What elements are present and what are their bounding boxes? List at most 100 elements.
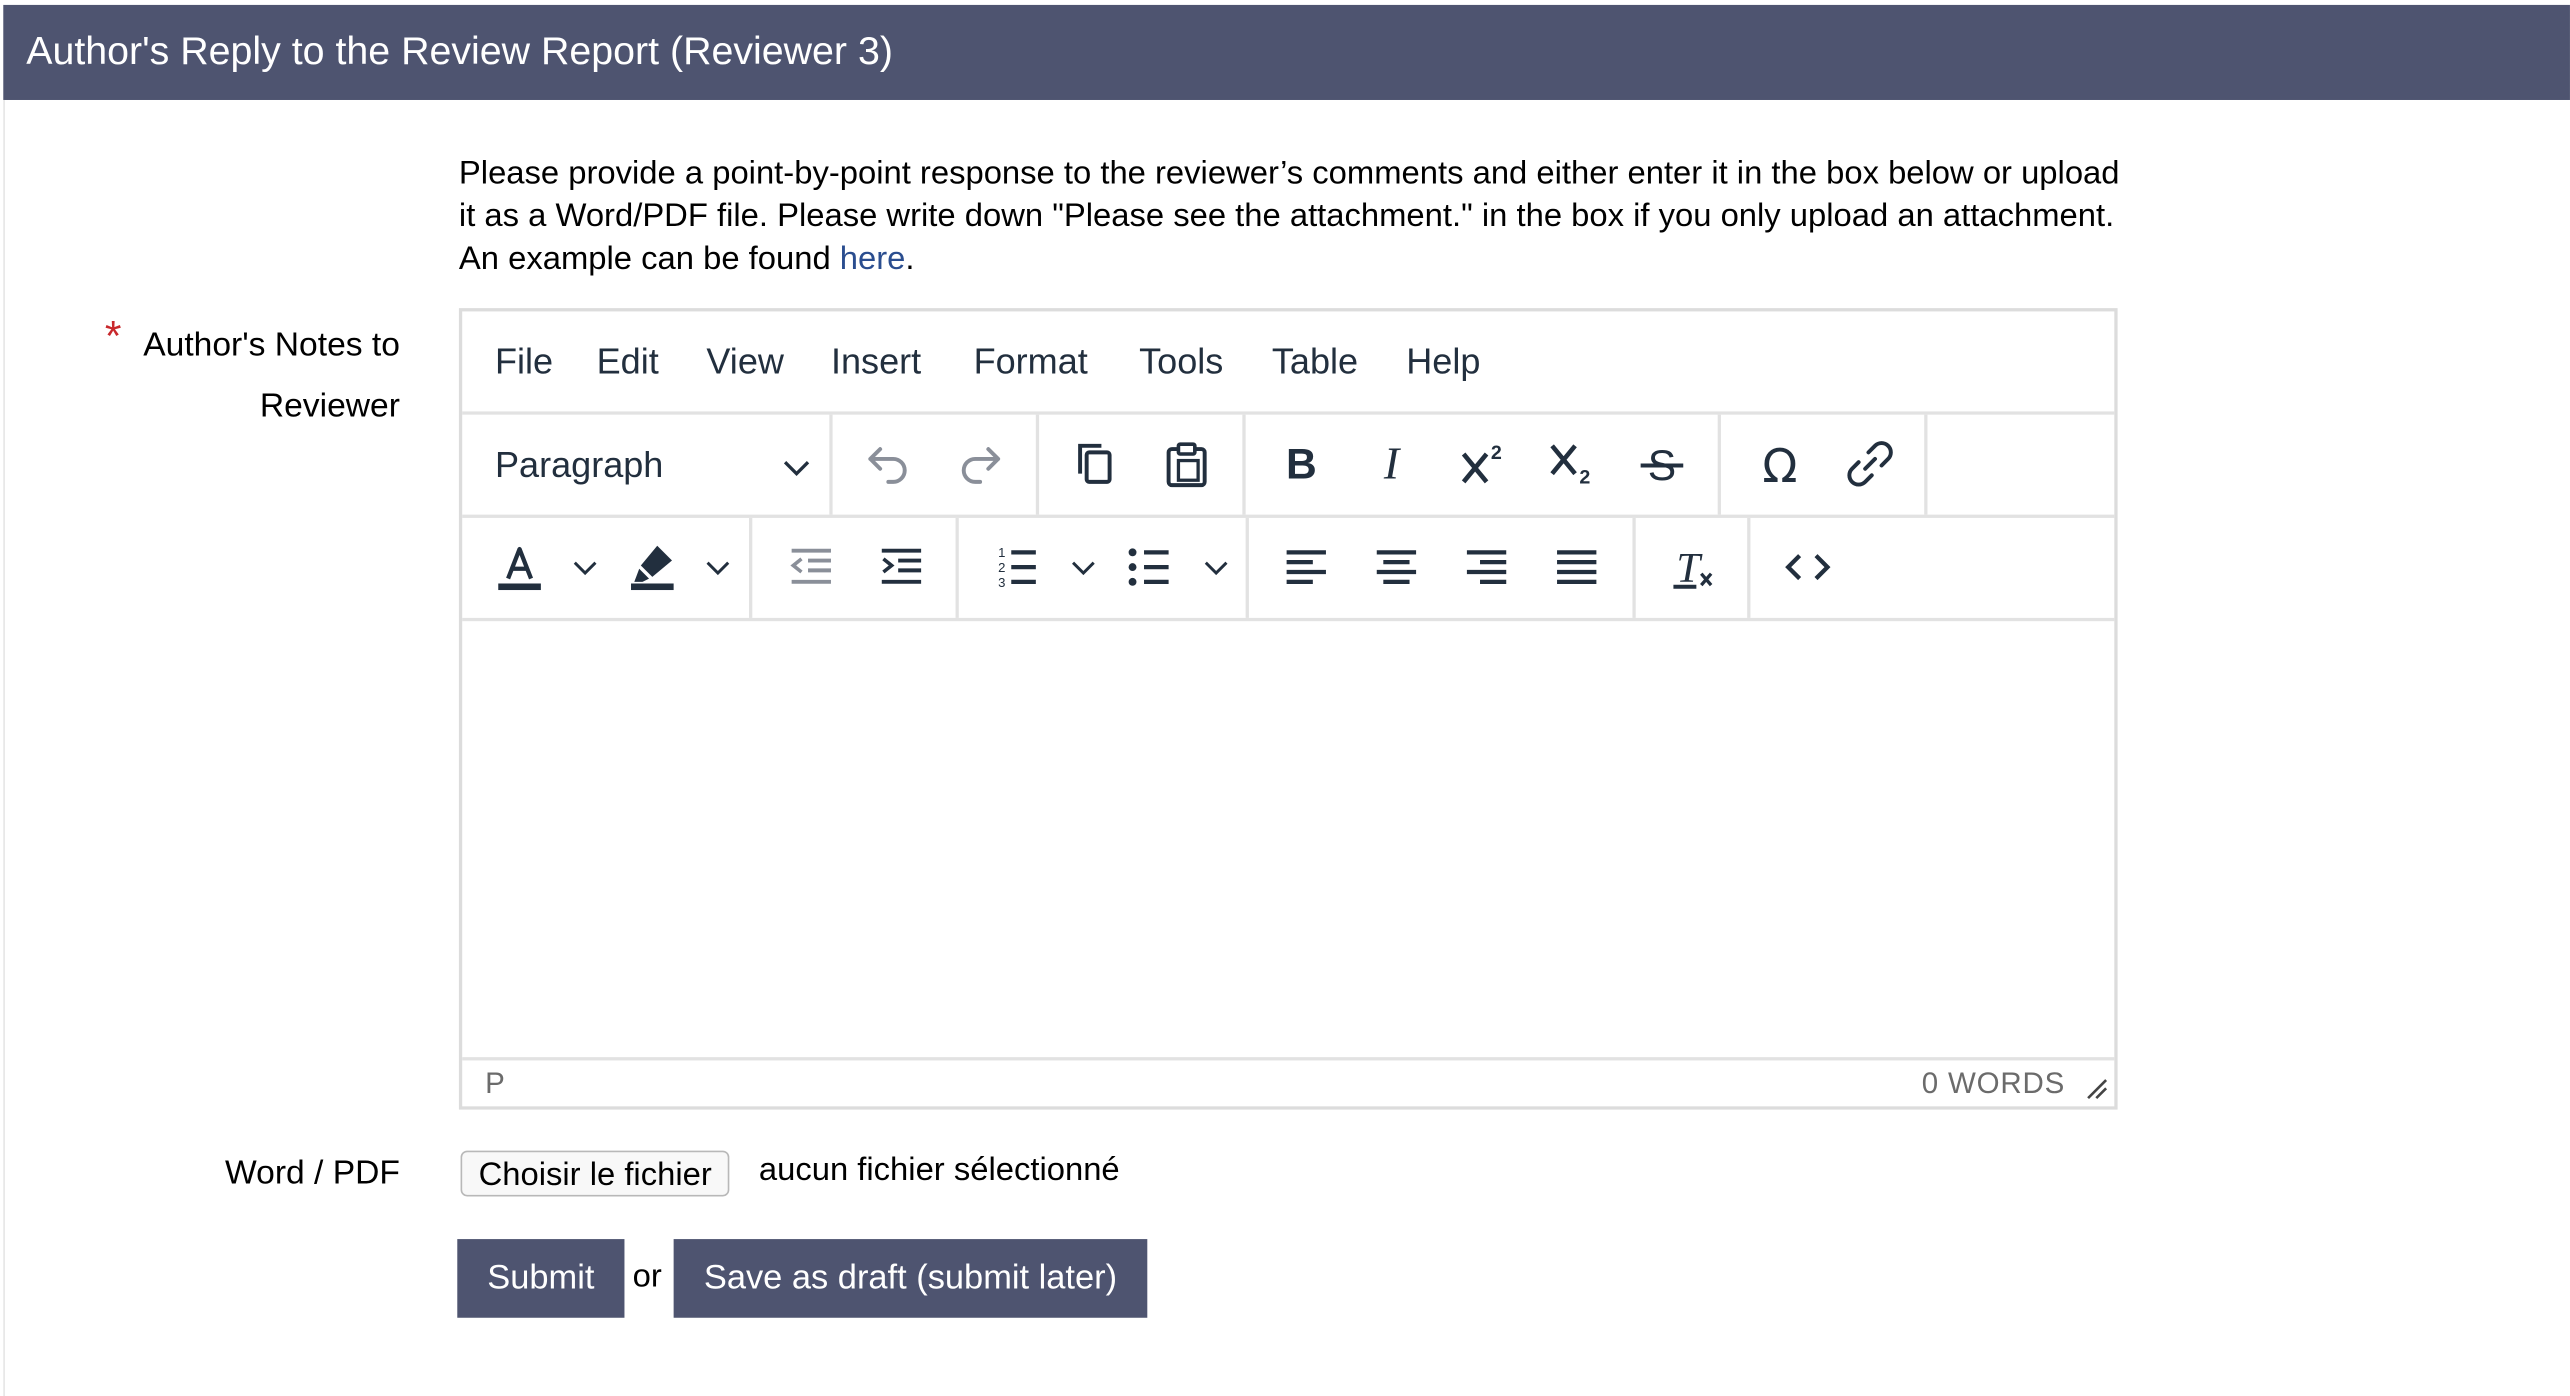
align-right-button[interactable] [1454,534,1520,600]
save-draft-button[interactable]: Save as draft (submit later) [673,1239,1148,1318]
insert-link-button[interactable] [1837,431,1903,497]
clear-format-icon: T [1673,545,1713,592]
menu-help[interactable]: Help [1406,341,1480,384]
superscript-button[interactable]: 2 [1449,431,1515,497]
alignment-group [1249,517,1636,618]
resize-handle-icon[interactable] [2085,1077,2108,1100]
copy-button[interactable] [1062,431,1128,497]
svg-text:B: B [1286,441,1317,489]
source-code-button[interactable] [1775,534,1841,600]
bold-icon: B [1286,441,1317,489]
chevron-down-icon [1204,561,1228,576]
paste-button[interactable] [1154,431,1220,497]
svg-text:Ω: Ω [1762,439,1797,490]
notes-label-line2: Reviewer [259,386,400,425]
example-link[interactable]: here [840,241,906,277]
notes-label-line1: Author's Notes to [143,326,400,364]
bold-button[interactable]: B [1269,431,1335,497]
element-path[interactable]: P [485,1067,505,1101]
code-group [1750,518,1865,618]
svg-text:I: I [1383,438,1402,489]
bullet-list-icon [1128,548,1169,586]
block-format-select[interactable]: Paragraph [492,438,820,494]
menu-tools[interactable]: Tools [1139,341,1223,384]
instructions-suffix: . [905,240,915,277]
justify-icon [1557,550,1597,584]
special-character-button[interactable]: Ω [1747,431,1813,497]
special-char-icon: Ω [1762,439,1797,490]
numbered-list-dropdown[interactable] [1064,546,1103,589]
indent-icon [881,548,922,584]
svg-text:1: 1 [998,545,1005,560]
text-color-button[interactable] [487,534,553,600]
align-left-button[interactable] [1274,534,1340,600]
menu-format[interactable]: Format [974,341,1088,384]
outdent-button[interactable] [779,534,845,600]
highlight-dropdown[interactable] [698,546,737,589]
clear-format-group: T [1636,517,1751,618]
indent-button[interactable] [869,534,935,600]
menu-edit[interactable]: Edit [597,341,659,384]
subscript-button[interactable]: 2 [1539,431,1605,497]
editor-statusbar: P 0 WORDS [462,1057,2115,1106]
block-format-group: Paragraph [462,414,833,515]
chevron-down-icon [573,561,597,576]
svg-text:2: 2 [1579,467,1590,489]
bullet-list-button[interactable] [1116,534,1182,600]
undo-button[interactable] [856,431,922,497]
file-status: aucun fichier sélectionné [758,1152,1120,1189]
strikethrough-button[interactable]: S [1629,431,1695,497]
insert-group: Ω [1721,414,1928,515]
chevron-down-icon [783,461,810,476]
editor-menubar: File Edit View Insert Format Tools Table… [462,311,2115,415]
numbered-list-button[interactable]: 123 [983,534,1049,600]
instructions-text: Please provide a point-by-point response… [458,155,2120,277]
instructions: Please provide a point-by-point response… [459,152,2131,280]
undo-icon [868,447,907,484]
svg-text:2: 2 [1491,442,1502,464]
italic-button[interactable]: I [1359,431,1425,497]
redo-icon [961,447,1001,484]
color-group [462,517,753,618]
or-separator: or [632,1258,662,1295]
outdent-icon [790,548,831,584]
highlight-button[interactable] [620,534,686,600]
menu-table[interactable]: Table [1272,341,1358,384]
code-icon [1785,554,1831,581]
page-header: Author's Reply to the Review Report (Rev… [3,4,2570,100]
editor-content-area[interactable] [462,623,2114,1059]
bullet-list-dropdown[interactable] [1196,546,1235,589]
editor-toolbar-row2: 123 T [462,517,2115,622]
indent-group [752,517,959,618]
strikethrough-icon: S [1640,442,1684,490]
menu-insert[interactable]: Insert [831,341,921,384]
text-color-dropdown[interactable] [565,546,604,589]
italic-icon: I [1383,438,1402,489]
align-center-icon [1376,550,1417,584]
submit-button[interactable]: Submit [457,1239,625,1318]
chevron-down-icon [706,561,730,576]
notes-label: Author's Notes to Reviewer [72,315,400,436]
redo-button[interactable] [947,431,1013,497]
numbered-list-icon: 123 [998,545,1036,590]
justify-button[interactable] [1544,534,1610,600]
svg-text:T: T [1676,545,1703,592]
history-group [833,414,1040,515]
align-right-icon [1466,550,1507,584]
align-center-button[interactable] [1364,534,1430,600]
block-format-value: Paragraph [494,444,664,486]
align-left-icon [1286,550,1326,584]
text-style-group: B I 2 2 S [1246,414,1721,515]
clear-format-button[interactable]: T [1660,534,1726,600]
svg-text:3: 3 [998,575,1005,590]
list-group: 123 [959,517,1249,618]
highlight-icon [631,545,674,591]
text-color-icon [498,546,541,591]
menu-file[interactable]: File [495,341,553,384]
choose-file-button[interactable]: Choisir le fichier [460,1150,730,1197]
word-count[interactable]: 0 WORDS [1922,1067,2065,1101]
editor-toolbar-row1: Paragraph B I 2 2 S Ω [462,414,2115,518]
copy-icon [1078,443,1112,484]
menu-view[interactable]: View [706,341,784,384]
clipboard-group [1039,414,1246,515]
